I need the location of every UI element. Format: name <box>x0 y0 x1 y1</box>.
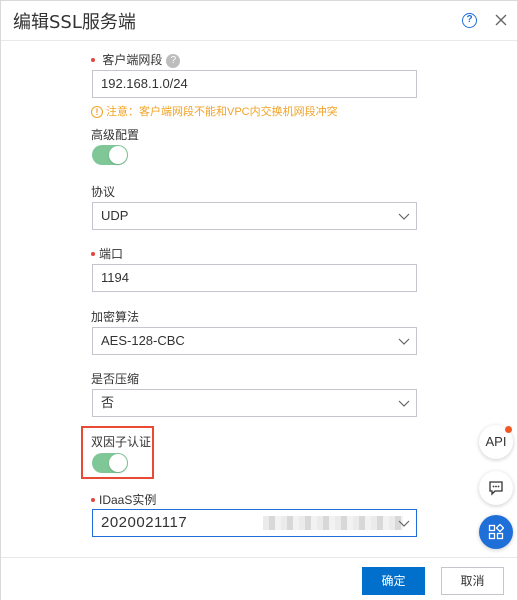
switch-knob <box>109 146 127 164</box>
advanced-config-label: 高级配置 <box>91 128 140 142</box>
idaas-instance-label: IDaaS实例 <box>91 491 156 508</box>
idaas-instance-value: 2020021117 <box>101 514 188 531</box>
cipher-select[interactable]: AES-128-CBC <box>92 327 417 355</box>
client-subnet-label: 客户端网段? <box>91 51 181 68</box>
redacted-mask <box>263 516 403 530</box>
notification-dot <box>505 426 512 433</box>
two-factor-highlight-box <box>81 426 154 479</box>
chevron-down-icon <box>398 400 410 407</box>
dialog-title: 编辑SSL服务端 <box>13 12 136 33</box>
warning-icon: ! <box>91 106 103 119</box>
port-input[interactable]: 1194 <box>92 264 417 292</box>
question-icon[interactable]: ? <box>166 53 181 68</box>
advanced-config-switch[interactable] <box>92 145 128 165</box>
cipher-label: 加密算法 <box>91 310 140 324</box>
port-label: 端口 <box>91 245 123 262</box>
confirm-button[interactable]: 确定 <box>362 567 425 595</box>
compress-value: 否 <box>101 395 115 410</box>
api-float-button[interactable]: API <box>479 425 513 459</box>
chevron-down-icon <box>398 213 410 220</box>
cancel-button[interactable]: 取消 <box>441 567 504 595</box>
client-subnet-label-text: 客户端网段 <box>102 53 163 67</box>
client-subnet-input[interactable]: 192.168.1.0/24 <box>92 70 417 98</box>
client-subnet-warning: ! 注意：客户端网段不能和VPC内交换机网段冲突 <box>91 103 338 119</box>
dialog-header: 编辑SSL服务端 ? <box>1 1 517 41</box>
feedback-float-button[interactable] <box>479 471 513 505</box>
api-label: API <box>485 434 507 449</box>
protocol-label: 协议 <box>91 185 116 199</box>
chat-icon <box>489 481 503 496</box>
apps-grid-icon <box>488 523 505 540</box>
dialog-footer: 确定 取消 <box>1 557 517 600</box>
edit-ssl-server-dialog: 编辑SSL服务端 ? 客户端网段? 192.168.1.0/24 ! 注意：客户端… <box>0 0 518 600</box>
apps-float-button[interactable] <box>479 515 513 549</box>
compress-label: 是否压缩 <box>91 372 140 386</box>
protocol-select[interactable]: UDP <box>92 202 417 230</box>
protocol-value: UDP <box>101 208 129 223</box>
client-subnet-warning-text: 注意：客户端网段不能和VPC内交换机网段冲突 <box>106 106 338 118</box>
chevron-down-icon <box>398 520 410 527</box>
compress-select[interactable]: 否 <box>92 389 417 417</box>
cipher-value: AES-128-CBC <box>101 333 185 348</box>
close-icon[interactable] <box>493 12 509 28</box>
chevron-down-icon <box>398 338 410 345</box>
help-icon[interactable]: ? <box>462 13 477 28</box>
idaas-instance-select[interactable]: 2020021117 <box>92 509 417 537</box>
